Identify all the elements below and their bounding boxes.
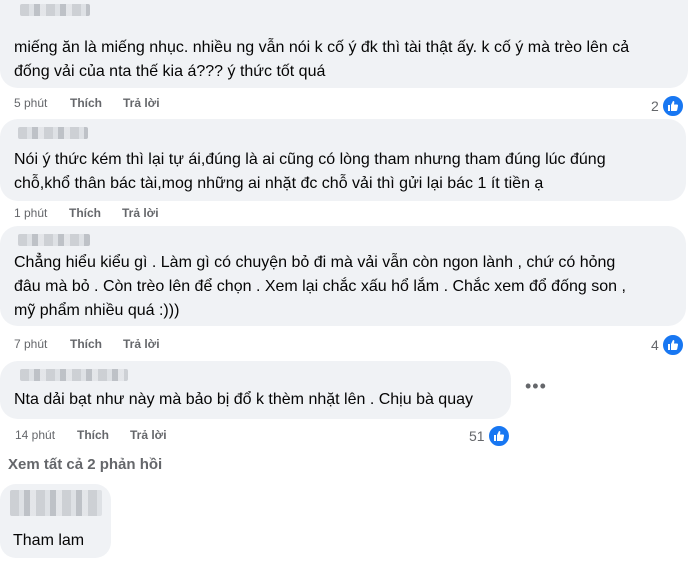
like-thumb-icon [660, 94, 685, 118]
comment-text-line: đâu mà bỏ . Còn trèo lên để chọn . Xem l… [14, 278, 626, 295]
like-thumb-icon [660, 333, 685, 357]
reaction-count[interactable]: 4 [651, 333, 685, 357]
comment-text-line: Nói ý thức kém thì lại tự ái,đúng là ai … [14, 151, 606, 168]
comment-text-line: miếng ăn là miếng nhục. nhiều ng vẫn nói… [14, 39, 630, 56]
comment-bubble: Chẳng hiểu kiểu gì . Làm gì có chuyện bỏ… [0, 226, 686, 326]
reaction-number: 2 [651, 98, 659, 114]
comment-text-line: chỗ,khổ thân bác tài,mog những ai nhặt đ… [14, 175, 544, 192]
reaction-count[interactable]: 2 [651, 94, 685, 118]
reaction-number: 51 [469, 428, 485, 444]
author-name-blurred[interactable] [18, 234, 90, 246]
reaction-count[interactable]: 51 [469, 424, 511, 448]
like-thumb-icon [486, 424, 511, 448]
reaction-number: 4 [651, 337, 659, 353]
like-button[interactable]: Thích [70, 337, 102, 351]
comment-text-line: Nta dải bạt như này mà bảo bị đổ k thèm … [14, 391, 473, 408]
comment-bubble: miếng ăn là miếng nhục. nhiều ng vẫn nói… [0, 0, 688, 88]
reply-button[interactable]: Trả lời [123, 337, 160, 351]
view-all-replies-link[interactable]: Xem tất cả 2 phản hồi [8, 456, 162, 473]
comment-text-line: Tham lam [13, 532, 85, 549]
comment-time[interactable]: 14 phút [15, 428, 55, 442]
comment-bubble: Nta dải bạt như này mà bảo bị đổ k thèm … [0, 361, 511, 419]
author-name-blurred[interactable] [20, 369, 128, 381]
comment-time[interactable]: 5 phút [14, 96, 47, 110]
comment-bubble: Tham lam [0, 484, 111, 558]
more-options-icon[interactable]: ••• [525, 376, 547, 397]
comment-text-line: mỹ phẩm nhiều quá :))) [14, 302, 180, 319]
comment-text-line: đống vải của nta thế kia á??? ý thức tốt… [14, 63, 326, 80]
reply-button[interactable]: Trả lời [122, 206, 159, 220]
author-name-blurred[interactable] [18, 127, 88, 139]
like-button[interactable]: Thích [77, 428, 109, 442]
author-name-blurred[interactable] [20, 4, 90, 16]
comment-bubble: Nói ý thức kém thì lại tự ái,đúng là ai … [0, 119, 686, 201]
comment-time[interactable]: 7 phút [14, 337, 47, 351]
comment-text-line: Chẳng hiểu kiểu gì . Làm gì có chuyện bỏ… [14, 254, 616, 271]
reply-button[interactable]: Trả lời [130, 428, 167, 442]
author-name-blurred[interactable] [10, 490, 102, 516]
like-button[interactable]: Thích [70, 96, 102, 110]
comment-time[interactable]: 1 phút [14, 206, 47, 220]
reply-button[interactable]: Trả lời [123, 96, 160, 110]
like-button[interactable]: Thích [69, 206, 101, 220]
